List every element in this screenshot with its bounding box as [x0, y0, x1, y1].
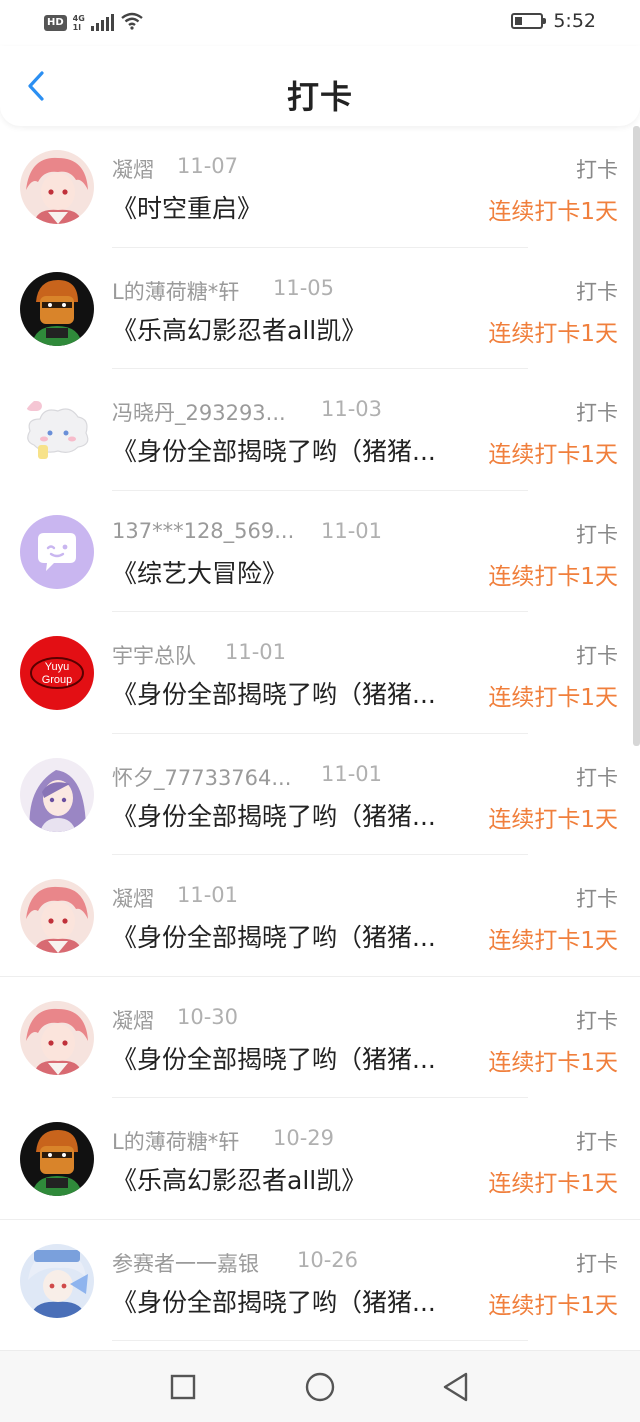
username[interactable]: 凝熠	[112, 1005, 154, 1035]
work-title[interactable]: 《身份全部揭晓了哟（猪猪...	[112, 1040, 436, 1076]
anime-boy-avatar[interactable]	[20, 1000, 94, 1075]
status-bar: HD 4G 1l 5:52	[0, 0, 640, 46]
streak-label: 连续打卡1天	[488, 806, 618, 833]
work-title[interactable]: 《乐高幻影忍者all凯》	[112, 311, 366, 347]
lego-figure-avatar[interactable]	[20, 271, 94, 346]
avatar-text-line-1: Yuyu	[45, 661, 69, 673]
list-item[interactable]: 怀夕_77733764... 11-01 打卡 《身份全部揭晓了哟（猪猪... …	[0, 734, 640, 855]
anime-boy-avatar[interactable]	[20, 879, 94, 953]
circle-icon	[305, 1372, 335, 1402]
triangle-back-icon	[443, 1372, 468, 1402]
streak-label: 连续打卡1天	[488, 442, 618, 468]
lego-figure-avatar[interactable]	[20, 1122, 94, 1196]
list-item[interactable]: 137***128_569... 11-01 打卡 《综艺大冒险》 连续打卡1天	[0, 491, 640, 612]
username[interactable]: 137***128_569...	[112, 519, 294, 543]
streak-label: 连续打卡1天	[488, 1171, 618, 1197]
username[interactable]: L的薄荷糖*轩	[112, 276, 239, 306]
checkin-date: 11-07	[177, 154, 239, 178]
checkin-tag: 打卡	[576, 1008, 618, 1033]
hd-icon: HD	[44, 15, 67, 31]
list-item[interactable]: L的薄荷糖*轩 11-05 打卡 《乐高幻影忍者all凯》 连续打卡1天	[0, 248, 640, 369]
anime-character-avatar[interactable]	[20, 1243, 94, 1318]
list-item[interactable]: 凝熠 10-30 打卡 《身份全部揭晓了哟（猪猪... 连续打卡1天	[0, 977, 640, 1098]
scrollbar[interactable]	[633, 126, 640, 746]
work-title[interactable]: 《身份全部揭晓了哟（猪猪...	[112, 918, 436, 954]
username[interactable]: 宇宇总队	[112, 640, 196, 670]
checkin-date: 11-03	[321, 397, 383, 421]
checkin-list[interactable]: 凝熠 11-07 打卡 《时空重启》 连续打卡1天 L的薄荷糖*轩 11-05 …	[0, 126, 640, 1350]
status-bar-right: 5:52	[511, 10, 596, 32]
home-button[interactable]	[302, 1369, 338, 1405]
username[interactable]: 冯晓丹_293293...	[112, 397, 286, 427]
work-title[interactable]: 《身份全部揭晓了哟（猪猪...	[112, 675, 436, 711]
list-item[interactable]: 参赛者一一嘉银 10-26 打卡 《身份全部揭晓了哟（猪猪... 连续打卡1天	[0, 1220, 640, 1341]
checkin-tag: 打卡	[576, 1251, 618, 1276]
list-item[interactable]: L的薄荷糖*轩 10-29 打卡 《乐高幻影忍者all凯》 连续打卡1天	[0, 1098, 640, 1220]
square-icon	[170, 1374, 196, 1400]
yuyu-group-avatar[interactable]: Yuyu Group	[20, 636, 94, 710]
work-title[interactable]: 《综艺大冒险》	[112, 554, 287, 590]
streak-label: 连续打卡1天	[488, 928, 618, 954]
checkin-date: 10-29	[273, 1126, 335, 1150]
checkin-tag: 打卡	[576, 887, 618, 911]
streak-label: 连续打卡1天	[488, 563, 618, 590]
status-bar-left: HD 4G 1l	[44, 12, 144, 34]
anime-boy-avatar[interactable]	[20, 150, 94, 224]
checkin-tag: 打卡	[576, 158, 618, 182]
checkin-tag: 打卡	[576, 279, 618, 304]
checkin-date: 11-01	[321, 518, 383, 543]
recent-apps-button[interactable]	[165, 1369, 201, 1405]
checkin-tag: 打卡	[576, 1130, 618, 1154]
username[interactable]: 凝熠	[112, 154, 154, 184]
checkin-date: 10-30	[177, 1004, 239, 1029]
system-nav-bar	[0, 1350, 640, 1422]
checkin-date: 11-01	[321, 761, 383, 786]
list-item[interactable]: 冯晓丹_293293... 11-03 打卡 《身份全部揭晓了哟（猪猪... 连…	[0, 369, 640, 491]
list-item[interactable]: 凝熠 11-07 打卡 《时空重启》 连续打卡1天	[0, 126, 640, 248]
network-type: 4G 1l	[73, 14, 85, 32]
network-type-label: 4G	[72, 14, 85, 23]
status-time: 5:52	[553, 10, 596, 32]
wifi-icon	[120, 12, 144, 34]
username[interactable]: 凝熠	[112, 883, 154, 913]
checkin-date: 10-26	[297, 1247, 359, 1272]
page-title: 打卡	[286, 78, 353, 116]
avatar-text-line-2: Group	[42, 674, 73, 686]
checkin-tag: 打卡	[576, 401, 618, 425]
checkin-date: 11-01	[177, 883, 239, 907]
username[interactable]: 怀夕_77733764...	[112, 762, 291, 792]
work-title[interactable]: 《乐高幻影忍者all凯》	[112, 1161, 366, 1197]
streak-label: 连续打卡1天	[488, 685, 618, 711]
checkin-tag: 打卡	[576, 644, 618, 668]
checkin-date: 11-05	[273, 275, 335, 300]
back-nav-button[interactable]	[437, 1369, 473, 1405]
network-type-sub: 1l	[72, 23, 81, 32]
work-title[interactable]: 《身份全部揭晓了哟（猪猪...	[112, 432, 436, 468]
streak-label: 连续打卡1天	[488, 320, 618, 347]
streak-label: 连续打卡1天	[488, 199, 618, 225]
signal-icon	[90, 14, 114, 31]
checkin-date: 11-01	[225, 640, 287, 664]
battery-icon	[511, 13, 547, 29]
chat-bubble-avatar[interactable]	[20, 514, 94, 589]
list-item[interactable]: 凝熠 11-01 打卡 《身份全部揭晓了哟（猪猪... 连续打卡1天	[0, 855, 640, 977]
username[interactable]: 参赛者一一嘉银	[112, 1248, 259, 1278]
cloud-cartoon-avatar[interactable]	[20, 393, 94, 467]
work-title[interactable]: 《身份全部揭晓了哟（猪猪...	[112, 1283, 436, 1319]
anime-girl-avatar[interactable]	[20, 757, 94, 832]
checkin-tag: 打卡	[576, 522, 618, 547]
row-divider	[112, 1340, 528, 1341]
work-title[interactable]: 《身份全部揭晓了哟（猪猪...	[112, 797, 436, 833]
list-item[interactable]: Yuyu Group 宇宇总队 11-01 打卡 《身份全部揭晓了哟（猪猪...…	[0, 612, 640, 734]
streak-label: 连续打卡1天	[488, 1292, 618, 1319]
work-title[interactable]: 《时空重启》	[112, 189, 262, 225]
header: 打卡	[0, 46, 640, 126]
username[interactable]: L的薄荷糖*轩	[112, 1126, 239, 1156]
checkin-tag: 打卡	[576, 765, 618, 790]
streak-label: 连续打卡1天	[488, 1049, 618, 1076]
